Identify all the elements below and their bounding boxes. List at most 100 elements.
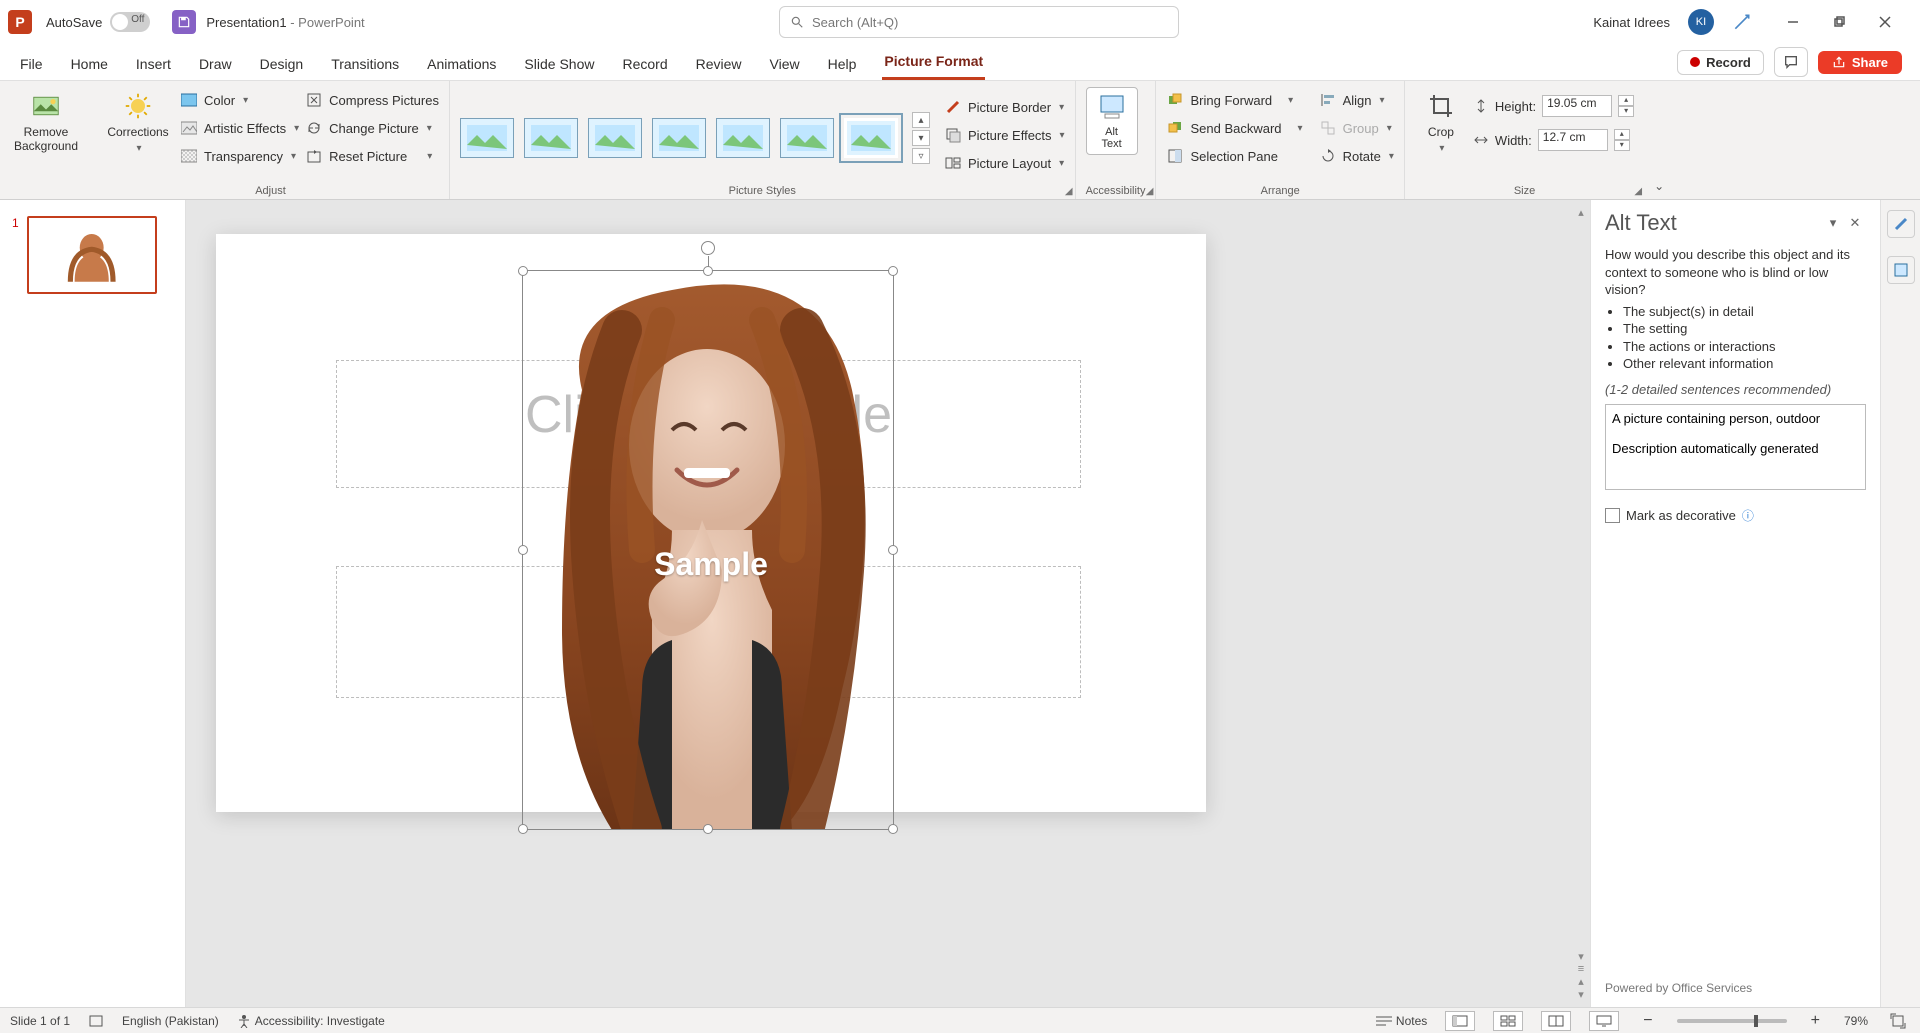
crop-button[interactable]: Crop▾ <box>1415 87 1467 158</box>
width-field[interactable]: Width: 12.7 cm ▴▾ <box>1473 127 1634 153</box>
format-picture-button[interactable] <box>1887 256 1915 284</box>
style-thumb[interactable] <box>652 118 706 158</box>
resize-handle[interactable] <box>888 545 898 555</box>
gallery-down-button[interactable]: ▾ <box>912 130 930 146</box>
styles-launcher[interactable]: ◢ <box>1065 186 1073 197</box>
style-thumb-selected[interactable] <box>844 118 898 158</box>
alt-text-textarea[interactable] <box>1605 404 1866 490</box>
color-button[interactable]: Color▾ <box>180 87 299 113</box>
corrections-button[interactable]: Corrections ▾ <box>102 87 174 158</box>
tab-draw[interactable]: Draw <box>197 56 234 80</box>
reset-picture-button[interactable]: Reset Picture▾ <box>305 143 439 169</box>
style-thumb[interactable] <box>524 118 578 158</box>
style-thumb[interactable] <box>780 118 834 158</box>
record-button[interactable]: Record <box>1677 50 1764 75</box>
tab-insert[interactable]: Insert <box>134 56 173 80</box>
height-up[interactable]: ▴ <box>1618 95 1634 106</box>
accessibility-status[interactable]: Accessibility: Investigate <box>237 1014 385 1028</box>
accessibility-launcher[interactable]: ◢ <box>1146 186 1154 197</box>
tab-help[interactable]: Help <box>826 56 859 80</box>
alt-text-button[interactable]: Alt Text <box>1086 87 1138 155</box>
close-button[interactable] <box>1862 0 1908 44</box>
picture-styles-gallery[interactable]: ▴ ▾ ▿ <box>460 106 930 164</box>
reading-view-button[interactable] <box>1541 1011 1571 1031</box>
style-thumb[interactable] <box>588 118 642 158</box>
tab-review[interactable]: Review <box>694 56 744 80</box>
artistic-effects-button[interactable]: Artistic Effects▾ <box>180 115 299 141</box>
gallery-up-button[interactable]: ▴ <box>912 112 930 128</box>
transparency-button[interactable]: Transparency▾ <box>180 143 299 169</box>
search-input[interactable]: Search (Alt+Q) <box>779 6 1179 38</box>
send-backward-button[interactable]: Send Backward▾ <box>1166 115 1302 141</box>
tab-slideshow[interactable]: Slide Show <box>522 56 596 80</box>
size-launcher[interactable]: ◢ <box>1634 186 1642 197</box>
resize-handle[interactable] <box>703 824 713 834</box>
normal-view-button[interactable] <box>1445 1011 1475 1031</box>
gallery-more-button[interactable]: ▿ <box>912 148 930 164</box>
picture-layout-button[interactable]: Picture Layout▾ <box>944 150 1065 176</box>
resize-handle[interactable] <box>888 266 898 276</box>
slide-canvas[interactable]: Click to add title Click to add subtitle <box>186 200 1590 1007</box>
compress-pictures-button[interactable]: Compress Pictures <box>305 87 439 113</box>
collapse-ribbon-button[interactable]: ⌄ <box>1644 81 1674 199</box>
resize-handle[interactable] <box>518 266 528 276</box>
style-thumb[interactable] <box>716 118 770 158</box>
user-avatar[interactable]: KI <box>1688 9 1714 35</box>
tab-design[interactable]: Design <box>258 56 306 80</box>
picture-effects-button[interactable]: Picture Effects▾ <box>944 122 1065 148</box>
width-down[interactable]: ▾ <box>1614 140 1630 151</box>
tab-picture-format[interactable]: Picture Format <box>882 53 985 80</box>
designer-button[interactable] <box>1887 210 1915 238</box>
tab-record[interactable]: Record <box>620 56 669 80</box>
fit-to-window-button[interactable] <box>1886 1013 1910 1029</box>
tab-animations[interactable]: Animations <box>425 56 498 80</box>
change-picture-button[interactable]: Change Picture▾ <box>305 115 439 141</box>
rotate-button[interactable]: Rotate▾ <box>1319 143 1394 169</box>
zoom-out-button[interactable]: − <box>1637 1012 1658 1030</box>
coming-soon-icon[interactable] <box>1732 12 1752 32</box>
zoom-percent[interactable]: 79% <box>1844 1014 1868 1028</box>
language-indicator[interactable]: English (Pakistan) <box>122 1014 219 1028</box>
vertical-scrollbar[interactable]: ▴ ▾ ≡ ▴ ▾ <box>1574 206 1588 1001</box>
info-icon[interactable]: ⓘ <box>1742 508 1754 524</box>
height-down[interactable]: ▾ <box>1618 106 1634 117</box>
tab-view[interactable]: View <box>768 56 802 80</box>
slide-counter[interactable]: Slide 1 of 1 <box>10 1014 70 1028</box>
slideshow-view-button[interactable] <box>1589 1011 1619 1031</box>
selection-outline[interactable] <box>522 270 894 830</box>
resize-handle[interactable] <box>888 824 898 834</box>
zoom-in-button[interactable]: + <box>1805 1012 1826 1030</box>
scroll-up-icon[interactable]: ▴ <box>1578 206 1584 219</box>
toggle-switch[interactable]: Off <box>110 12 150 32</box>
resize-handle[interactable] <box>703 266 713 276</box>
resize-handle[interactable] <box>518 824 528 834</box>
remove-background-button[interactable]: Remove Background <box>10 87 82 157</box>
zoom-slider[interactable] <box>1677 1019 1787 1023</box>
notes-button[interactable]: Notes <box>1376 1014 1427 1028</box>
comments-button[interactable] <box>1774 47 1808 77</box>
autosave-toggle[interactable]: AutoSave Off <box>46 12 150 32</box>
pane-close-button[interactable]: ✕ <box>1844 215 1866 231</box>
bring-forward-button[interactable]: Bring Forward▾ <box>1166 87 1302 113</box>
height-field[interactable]: Height: 19.05 cm ▴▾ <box>1473 93 1634 119</box>
tab-file[interactable]: File <box>18 56 45 80</box>
share-button[interactable]: Share <box>1818 51 1902 74</box>
rotation-handle[interactable] <box>701 241 715 255</box>
decorative-checkbox[interactable] <box>1605 508 1620 523</box>
scroll-down-icon[interactable]: ▾ <box>1578 950 1584 963</box>
tab-transitions[interactable]: Transitions <box>329 56 401 80</box>
sorter-view-button[interactable] <box>1493 1011 1523 1031</box>
slide-thumb-1[interactable] <box>27 216 157 294</box>
minimize-button[interactable] <box>1770 0 1816 44</box>
spellcheck-icon[interactable] <box>88 1013 104 1029</box>
resize-handle[interactable] <box>518 545 528 555</box>
picture-border-button[interactable]: Picture Border▾ <box>944 94 1065 120</box>
width-up[interactable]: ▴ <box>1614 129 1630 140</box>
tab-home[interactable]: Home <box>69 56 110 80</box>
width-input[interactable]: 12.7 cm <box>1538 129 1608 151</box>
restore-button[interactable] <box>1816 0 1862 44</box>
save-icon[interactable] <box>172 10 196 34</box>
style-thumb[interactable] <box>460 118 514 158</box>
pane-options-button[interactable]: ▾ <box>1822 215 1844 231</box>
align-button[interactable]: Align▾ <box>1319 87 1394 113</box>
